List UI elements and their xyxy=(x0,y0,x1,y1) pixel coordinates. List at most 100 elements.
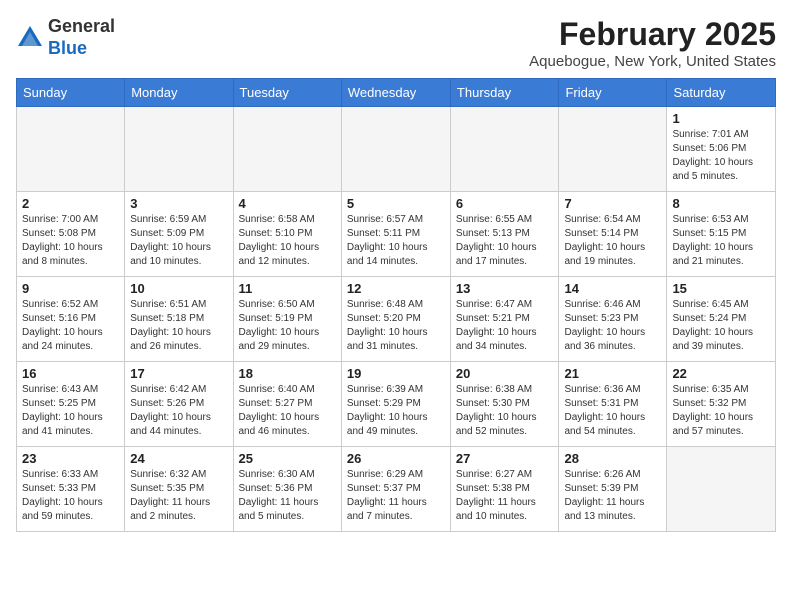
logo-icon xyxy=(16,24,44,52)
calendar-cell: 16 Sunrise: 6:43 AM Sunset: 5:25 PM Dayli… xyxy=(17,362,125,447)
day-number: 28 xyxy=(564,451,661,466)
calendar-cell xyxy=(667,447,776,532)
day-info: Sunrise: 6:50 AM Sunset: 5:19 PM Dayligh… xyxy=(239,298,336,354)
day-number: 11 xyxy=(239,281,336,296)
day-info: Sunrise: 6:58 AM Sunset: 5:10 PM Dayligh… xyxy=(239,213,336,269)
week-row-1: 1 Sunrise: 7:01 AM Sunset: 5:06 PM Daylig… xyxy=(17,107,776,192)
calendar-cell: 21Sunrise: 6:36 AM Sunset: 5:31 PM Dayli… xyxy=(559,362,667,447)
day-number: 2 xyxy=(22,196,119,211)
day-info: Sunrise: 6:43 AM Sunset: 5:25 PM Dayligh… xyxy=(22,383,119,439)
location-text: Aquebogue, New York, United States xyxy=(529,53,776,70)
calendar-cell: 27 Sunrise: 6:27 AM Sunset: 5:38 PM Dayli… xyxy=(450,447,559,532)
weekday-header-wednesday: Wednesday xyxy=(341,79,450,107)
calendar-cell: 3 Sunrise: 6:59 AM Sunset: 5:09 PM Daylig… xyxy=(125,192,233,277)
day-info: Sunrise: 6:46 AM Sunset: 5:23 PM Dayligh… xyxy=(564,298,661,354)
calendar-cell: 4 Sunrise: 6:58 AM Sunset: 5:10 PM Daylig… xyxy=(233,192,341,277)
day-info: Sunrise: 6:26 AM Sunset: 5:39 PM Dayligh… xyxy=(564,468,661,524)
calendar-cell: 5 Sunrise: 6:57 AM Sunset: 5:11 PM Daylig… xyxy=(341,192,450,277)
calendar-cell: 28 Sunrise: 6:26 AM Sunset: 5:39 PM Dayli… xyxy=(559,447,667,532)
week-row-4: 16 Sunrise: 6:43 AM Sunset: 5:25 PM Dayli… xyxy=(17,362,776,447)
day-number: 8 xyxy=(672,196,770,211)
day-info: Sunrise: 6:27 AM Sunset: 5:38 PM Dayligh… xyxy=(456,468,554,524)
calendar-cell: 18Sunrise: 6:40 AM Sunset: 5:27 PM Dayli… xyxy=(233,362,341,447)
day-number: 3 xyxy=(130,196,227,211)
calendar-cell: 7 Sunrise: 6:54 AM Sunset: 5:14 PM Daylig… xyxy=(559,192,667,277)
day-number: 20 xyxy=(456,366,554,381)
day-number: 12 xyxy=(347,281,445,296)
day-info: Sunrise: 6:54 AM Sunset: 5:14 PM Dayligh… xyxy=(564,213,661,269)
day-info: Sunrise: 6:30 AM Sunset: 5:36 PM Dayligh… xyxy=(239,468,336,524)
day-number: 13 xyxy=(456,281,554,296)
calendar-cell: 2 Sunrise: 7:00 AM Sunset: 5:08 PM Daylig… xyxy=(17,192,125,277)
day-number: 23 xyxy=(22,451,119,466)
weekday-header-sunday: Sunday xyxy=(17,79,125,107)
calendar-cell xyxy=(341,107,450,192)
calendar-cell: 9Sunrise: 6:52 AM Sunset: 5:16 PM Daylig… xyxy=(17,277,125,362)
day-number: 19 xyxy=(347,366,445,381)
day-number: 10 xyxy=(130,281,227,296)
day-number: 18 xyxy=(239,366,336,381)
calendar-cell: 8Sunrise: 6:53 AM Sunset: 5:15 PM Daylig… xyxy=(667,192,776,277)
logo-general-text: General xyxy=(48,16,115,36)
day-number: 1 xyxy=(672,111,770,126)
title-block: February 2025 Aquebogue, New York, Unite… xyxy=(529,16,776,70)
day-number: 14 xyxy=(564,281,661,296)
day-info: Sunrise: 6:32 AM Sunset: 5:35 PM Dayligh… xyxy=(130,468,227,524)
page-header: General Blue February 2025 Aquebogue, Ne… xyxy=(16,16,776,70)
calendar-cell: 13 Sunrise: 6:47 AM Sunset: 5:21 PM Dayli… xyxy=(450,277,559,362)
calendar-cell: 11 Sunrise: 6:50 AM Sunset: 5:19 PM Dayli… xyxy=(233,277,341,362)
day-info: Sunrise: 6:39 AM Sunset: 5:29 PM Dayligh… xyxy=(347,383,445,439)
weekday-header-saturday: Saturday xyxy=(667,79,776,107)
day-number: 26 xyxy=(347,451,445,466)
day-number: 27 xyxy=(456,451,554,466)
day-number: 5 xyxy=(347,196,445,211)
calendar-cell: 23 Sunrise: 6:33 AM Sunset: 5:33 PM Dayli… xyxy=(17,447,125,532)
calendar-cell: 17 Sunrise: 6:42 AM Sunset: 5:26 PM Dayli… xyxy=(125,362,233,447)
calendar-cell: 20 Sunrise: 6:38 AM Sunset: 5:30 PM Dayli… xyxy=(450,362,559,447)
day-number: 6 xyxy=(456,196,554,211)
day-info: Sunrise: 6:48 AM Sunset: 5:20 PM Dayligh… xyxy=(347,298,445,354)
day-info: Sunrise: 6:42 AM Sunset: 5:26 PM Dayligh… xyxy=(130,383,227,439)
day-info: Sunrise: 7:01 AM Sunset: 5:06 PM Dayligh… xyxy=(672,128,770,184)
day-number: 25 xyxy=(239,451,336,466)
day-info: Sunrise: 6:35 AM Sunset: 5:32 PM Dayligh… xyxy=(672,383,770,439)
weekday-header-tuesday: Tuesday xyxy=(233,79,341,107)
weekday-header-monday: Monday xyxy=(125,79,233,107)
day-info: Sunrise: 6:51 AM Sunset: 5:18 PM Dayligh… xyxy=(130,298,227,354)
logo-blue-text: Blue xyxy=(48,38,87,58)
calendar-cell xyxy=(125,107,233,192)
week-row-2: 2 Sunrise: 7:00 AM Sunset: 5:08 PM Daylig… xyxy=(17,192,776,277)
calendar-cell: 26 Sunrise: 6:29 AM Sunset: 5:37 PM Dayli… xyxy=(341,447,450,532)
day-info: Sunrise: 6:52 AM Sunset: 5:16 PM Dayligh… xyxy=(22,298,119,354)
calendar-header-row: SundayMondayTuesdayWednesdayThursdayFrid… xyxy=(17,79,776,107)
day-info: Sunrise: 6:29 AM Sunset: 5:37 PM Dayligh… xyxy=(347,468,445,524)
day-number: 21 xyxy=(564,366,661,381)
calendar-cell xyxy=(17,107,125,192)
week-row-5: 23 Sunrise: 6:33 AM Sunset: 5:33 PM Dayli… xyxy=(17,447,776,532)
calendar-table: SundayMondayTuesdayWednesdayThursdayFrid… xyxy=(16,78,776,532)
calendar-cell: 14 Sunrise: 6:46 AM Sunset: 5:23 PM Dayli… xyxy=(559,277,667,362)
calendar-cell: 1 Sunrise: 7:01 AM Sunset: 5:06 PM Daylig… xyxy=(667,107,776,192)
calendar-cell: 6Sunrise: 6:55 AM Sunset: 5:13 PM Daylig… xyxy=(450,192,559,277)
day-number: 7 xyxy=(564,196,661,211)
calendar-cell: 12 Sunrise: 6:48 AM Sunset: 5:20 PM Dayli… xyxy=(341,277,450,362)
day-number: 16 xyxy=(22,366,119,381)
day-number: 4 xyxy=(239,196,336,211)
calendar-cell: 15 Sunrise: 6:45 AM Sunset: 5:24 PM Dayli… xyxy=(667,277,776,362)
day-info: Sunrise: 7:00 AM Sunset: 5:08 PM Dayligh… xyxy=(22,213,119,269)
month-title: February 2025 xyxy=(529,16,776,53)
calendar-cell: 22Sunrise: 6:35 AM Sunset: 5:32 PM Dayli… xyxy=(667,362,776,447)
weekday-header-thursday: Thursday xyxy=(450,79,559,107)
calendar-cell: 10 Sunrise: 6:51 AM Sunset: 5:18 PM Dayli… xyxy=(125,277,233,362)
day-number: 15 xyxy=(672,281,770,296)
day-info: Sunrise: 6:38 AM Sunset: 5:30 PM Dayligh… xyxy=(456,383,554,439)
calendar-cell: 24 Sunrise: 6:32 AM Sunset: 5:35 PM Dayli… xyxy=(125,447,233,532)
calendar-cell: 19 Sunrise: 6:39 AM Sunset: 5:29 PM Dayli… xyxy=(341,362,450,447)
day-info: Sunrise: 6:45 AM Sunset: 5:24 PM Dayligh… xyxy=(672,298,770,354)
day-info: Sunrise: 6:33 AM Sunset: 5:33 PM Dayligh… xyxy=(22,468,119,524)
day-number: 24 xyxy=(130,451,227,466)
day-info: Sunrise: 6:47 AM Sunset: 5:21 PM Dayligh… xyxy=(456,298,554,354)
day-info: Sunrise: 6:59 AM Sunset: 5:09 PM Dayligh… xyxy=(130,213,227,269)
day-number: 17 xyxy=(130,366,227,381)
day-info: Sunrise: 6:57 AM Sunset: 5:11 PM Dayligh… xyxy=(347,213,445,269)
